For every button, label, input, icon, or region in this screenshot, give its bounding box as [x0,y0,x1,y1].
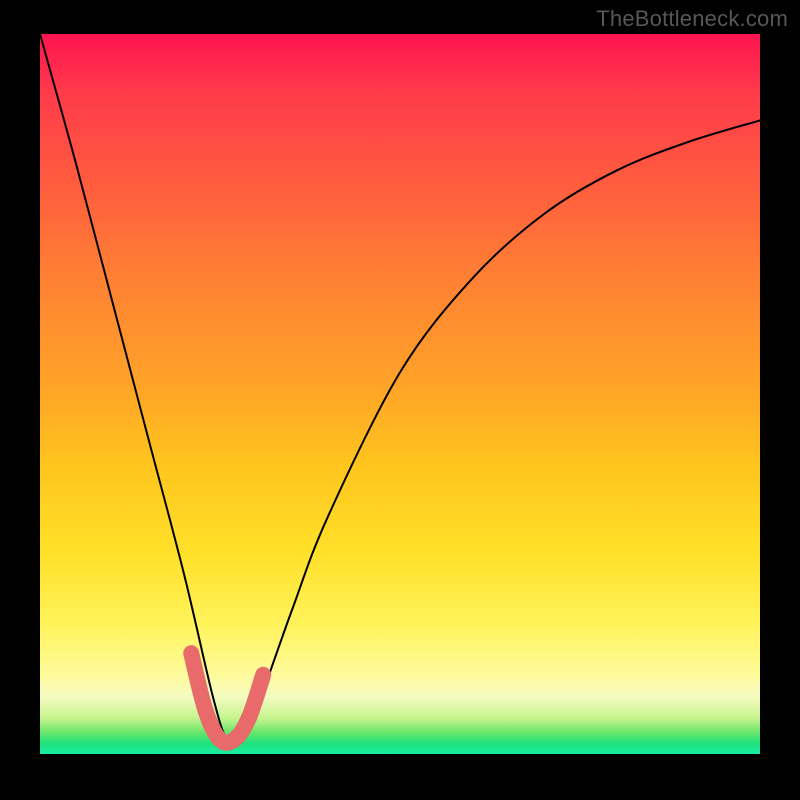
chart-frame: TheBottleneck.com [0,0,800,800]
watermark-text: TheBottleneck.com [596,6,788,32]
chart-plot-area [40,34,760,754]
optimal-range-highlight [191,653,263,743]
bottleneck-curve-line [40,34,760,744]
chart-svg [40,34,760,754]
